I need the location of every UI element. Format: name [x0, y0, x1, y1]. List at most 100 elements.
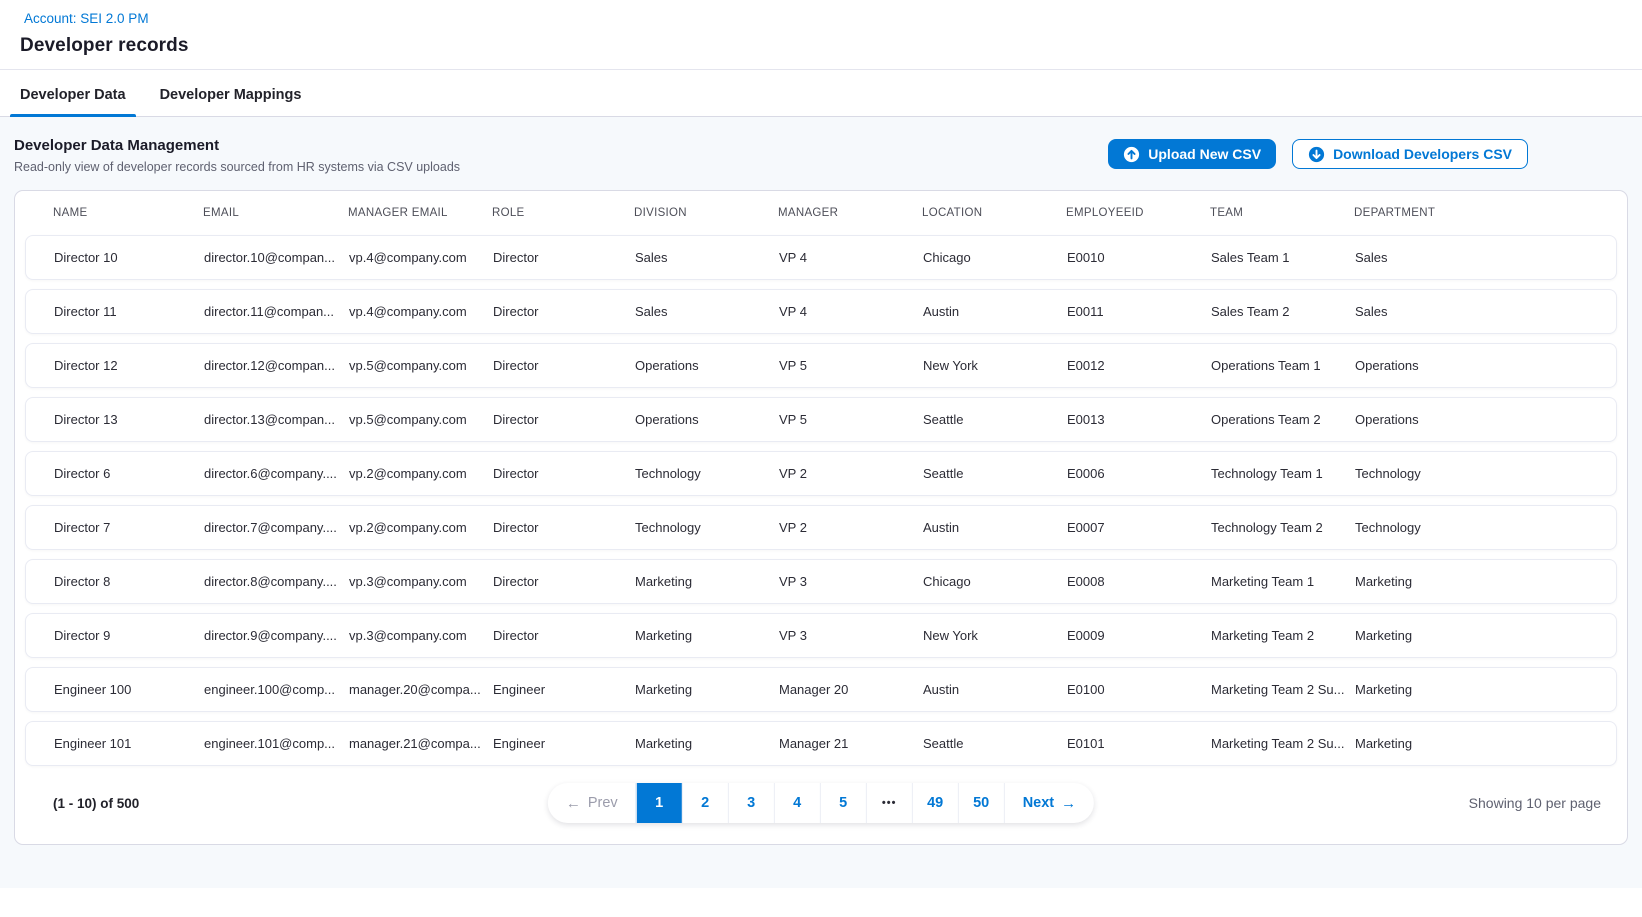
table-cell: Marketing — [635, 628, 779, 643]
upload-csv-button[interactable]: Upload New CSV — [1108, 139, 1276, 169]
table-cell: New York — [923, 628, 1067, 643]
table-cell: Director — [493, 412, 635, 427]
per-page-text: Showing 10 per page — [1469, 795, 1601, 811]
table-cell: Marketing — [1355, 628, 1612, 643]
table-cell: manager.21@compa... — [349, 736, 493, 751]
table-row: Director 7director.7@company....vp.2@com… — [25, 505, 1617, 550]
table-cell: Operations Team 1 — [1211, 358, 1355, 373]
table-cell: Director — [493, 574, 635, 589]
column-header: MANAGER — [778, 207, 922, 219]
upload-csv-label: Upload New CSV — [1148, 146, 1261, 162]
table-cell: VP 5 — [779, 412, 923, 427]
table-cell: Seattle — [923, 736, 1067, 751]
table-cell: Sales — [1355, 304, 1612, 319]
table-cell: director.6@company.... — [204, 466, 349, 481]
table-cell: Engineer 101 — [54, 736, 204, 751]
table-cell: Director — [493, 466, 635, 481]
page-button-1[interactable]: 1 — [636, 783, 682, 823]
table-cell: Operations — [635, 412, 779, 427]
table-cell: Director 6 — [54, 466, 204, 481]
table-cell: director.10@compan... — [204, 250, 349, 265]
account-link[interactable]: Account: SEI 2.0 PM — [24, 11, 149, 26]
pagination-bar: (1 - 10) of 500 ← Prev 12345•••4950 Next… — [15, 766, 1627, 840]
page-button-2[interactable]: 2 — [682, 783, 728, 823]
table-cell: E0008 — [1067, 574, 1211, 589]
column-header: ROLE — [492, 207, 634, 219]
table-cell: Sales — [635, 304, 779, 319]
table-cell: Operations — [1355, 358, 1612, 373]
table-row: Director 9director.9@company....vp.3@com… — [25, 613, 1617, 658]
table-row: Director 12director.12@compan...vp.5@com… — [25, 343, 1617, 388]
page-button-50[interactable]: 50 — [958, 783, 1004, 823]
table-cell: manager.20@compa... — [349, 682, 493, 697]
table-row: Director 10director.10@compan...vp.4@com… — [25, 235, 1617, 280]
table-cell: Operations Team 2 — [1211, 412, 1355, 427]
table-cell: engineer.100@comp... — [204, 682, 349, 697]
table-cell: director.9@company.... — [204, 628, 349, 643]
table-cell: Marketing — [635, 682, 779, 697]
table-cell: Marketing — [635, 736, 779, 751]
page-button-3[interactable]: 3 — [728, 783, 774, 823]
table-cell: Sales — [635, 250, 779, 265]
table-cell: vp.3@company.com — [349, 628, 493, 643]
table-cell: Marketing — [1355, 682, 1612, 697]
table-cell: Marketing — [1355, 736, 1612, 751]
table-row: Director 8director.8@company....vp.3@com… — [25, 559, 1617, 604]
next-label: Next — [1023, 795, 1054, 811]
page-button-4[interactable]: 4 — [774, 783, 820, 823]
table-cell: Marketing Team 1 — [1211, 574, 1355, 589]
table-cell: VP 3 — [779, 574, 923, 589]
table-cell: vp.2@company.com — [349, 466, 493, 481]
table-cell: Director 13 — [54, 412, 204, 427]
table-cell: Technology — [1355, 520, 1612, 535]
table-cell: Director 7 — [54, 520, 204, 535]
pagination-next-button[interactable]: Next → — [1004, 783, 1094, 823]
table-row: Director 13director.13@compan...vp.5@com… — [25, 397, 1617, 442]
table-cell: Operations — [635, 358, 779, 373]
table-cell: vp.5@company.com — [349, 358, 493, 373]
column-header: EMAIL — [203, 207, 348, 219]
page-button-5[interactable]: 5 — [820, 783, 866, 823]
table-cell: VP 2 — [779, 466, 923, 481]
content-area: Developer Data Management Read-only view… — [0, 117, 1642, 888]
table-cell: director.12@compan... — [204, 358, 349, 373]
table-cell: VP 4 — [779, 304, 923, 319]
table-cell: director.7@company.... — [204, 520, 349, 535]
section-title: Developer Data Management — [14, 137, 460, 154]
table-cell: vp.2@company.com — [349, 520, 493, 535]
table-cell: E0101 — [1067, 736, 1211, 751]
tab-developer-mappings[interactable]: Developer Mappings — [150, 87, 312, 116]
table-cell: Engineer — [493, 736, 635, 751]
table-cell: vp.4@company.com — [349, 304, 493, 319]
table-cell: Sales — [1355, 250, 1612, 265]
table-cell: VP 2 — [779, 520, 923, 535]
table-cell: Manager 21 — [779, 736, 923, 751]
column-header: NAME — [53, 207, 203, 219]
pagination-prev-button[interactable]: ← Prev — [548, 783, 636, 823]
section-actions: Upload New CSV Download Developers CSV — [1108, 139, 1628, 169]
tab-developer-data[interactable]: Developer Data — [10, 87, 136, 116]
table-cell: Sales Team 1 — [1211, 250, 1355, 265]
page-header: Account: SEI 2.0 PM Developer records — [0, 0, 1642, 70]
table-cell: Marketing Team 2 Su... — [1211, 736, 1355, 751]
table-cell: VP 5 — [779, 358, 923, 373]
download-csv-button[interactable]: Download Developers CSV — [1292, 139, 1528, 169]
table-body: Director 10director.10@compan...vp.4@com… — [15, 235, 1627, 766]
table-cell: Manager 20 — [779, 682, 923, 697]
table-cell: Austin — [923, 682, 1067, 697]
table-header-row: NAMEEMAILMANAGER EMAILROLEDIVISIONMANAGE… — [15, 191, 1627, 235]
pagination-ellipsis: ••• — [866, 783, 912, 823]
table-cell: engineer.101@comp... — [204, 736, 349, 751]
table-row: Director 11director.11@compan...vp.4@com… — [25, 289, 1617, 334]
table-cell: vp.4@company.com — [349, 250, 493, 265]
arrow-down-circle-icon — [1308, 146, 1325, 163]
table-cell: Sales Team 2 — [1211, 304, 1355, 319]
column-header: EMPLOYEEID — [1066, 207, 1210, 219]
column-header: TEAM — [1210, 207, 1354, 219]
page-button-49[interactable]: 49 — [912, 783, 958, 823]
table-row: Engineer 101engineer.101@comp...manager.… — [25, 721, 1617, 766]
table-cell: E0012 — [1067, 358, 1211, 373]
pagination-range: (1 - 10) of 500 — [53, 796, 139, 811]
table-cell: Austin — [923, 520, 1067, 535]
page-title: Developer records — [20, 35, 1622, 57]
